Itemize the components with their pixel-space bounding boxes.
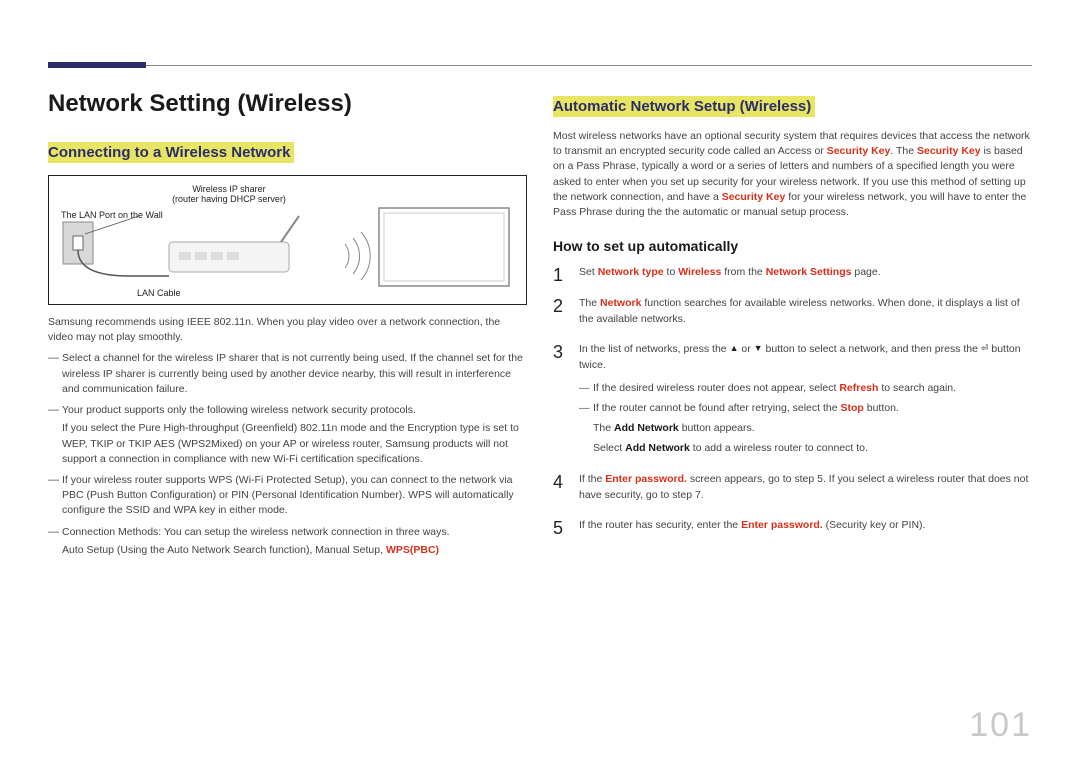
wireless-label: Wireless [678,266,721,278]
left-intro-text: Samsung recommends using IEEE 802.11n. W… [48,315,527,345]
add-network-label: Add Network [614,422,679,434]
bullet-text: Connection Methods: You can setup the wi… [62,526,450,538]
t: If the router cannot be found after retr… [593,402,840,414]
bullet-sub-pre: Auto Setup (Using the Auto Network Searc… [62,544,386,556]
wps-pbc-label: WPS(PBC) [386,544,439,556]
t: button appears. [679,422,755,434]
t: If the router has security, enter the [579,519,741,531]
step-5: If the router has security, enter the En… [553,517,1032,533]
network-diagram: Wireless IP sharer (router having DHCP s… [48,175,527,305]
right-column: Automatic Network Setup (Wireless) Most … [553,90,1032,564]
bullet-sub: If you select the Pure High-throughput (… [62,421,527,467]
left-bullet-1: Select a channel for the wireless IP sha… [48,351,527,397]
security-key-label: Security Key [722,191,786,203]
diagram-label-lan-cable: LAN Cable [137,288,181,298]
header-accent-bar [48,62,146,68]
step-3-plain-2: Select Add Network to add a wireless rou… [579,440,1032,456]
bullet-sub: Auto Setup (Using the Auto Network Searc… [62,543,527,558]
t: Select [593,442,625,454]
left-bullet-list: Select a channel for the wireless IP sha… [48,351,527,558]
enter-password-label: Enter password. [605,473,687,485]
down-arrow-icon: ▼ [754,342,763,356]
t: or [739,343,754,355]
t: . The [890,145,917,157]
t: If the [579,473,605,485]
t: (Security key or PIN). [823,519,926,531]
page-content: Network Setting (Wireless) Connecting to… [48,90,1032,564]
t: The [593,422,614,434]
t: button. [864,402,899,414]
t: Set [579,266,598,278]
network-type-label: Network type [598,266,664,278]
step-4: If the Enter password. screen appears, g… [553,471,1032,504]
header-rule [146,65,1032,66]
section-head-auto-setup: Automatic Network Setup (Wireless) [553,96,815,117]
diagram-label-line1: Wireless IP sharer [192,184,265,194]
t: from the [721,266,765,278]
t: page. [851,266,880,278]
network-settings-label: Network Settings [766,266,852,278]
t: button to select a network, and then pre… [763,343,981,355]
diagram-label-lan-port: The LAN Port on the Wall [61,210,201,220]
t: If the desired wireless router does not … [593,382,839,394]
steps-list: Set Network type to Wireless from the Ne… [553,264,1032,533]
t: to search again. [878,382,956,394]
bullet-text: If your wireless router supports WPS (Wi… [62,474,514,516]
security-key-label: Security Key [917,145,981,157]
network-label: Network [600,297,641,309]
up-arrow-icon: ▲ [730,342,739,356]
subhead-how-to: How to set up automatically [553,238,1032,254]
left-intro: Samsung recommends using IEEE 802.11n. W… [48,315,527,345]
step-3-sublist: If the desired wireless router does not … [579,380,1032,417]
step-1: Set Network type to Wireless from the Ne… [553,264,1032,280]
left-bullet-3: If your wireless router supports WPS (Wi… [48,473,527,519]
security-key-label: Security Key [827,145,891,157]
diagram-label-line2: (router having DHCP server) [172,194,286,204]
stop-label: Stop [840,402,863,414]
section-head-connecting: Connecting to a Wireless Network [48,142,294,163]
left-bullet-2: Your product supports only the following… [48,403,527,467]
step-2: The Network function searches for availa… [553,295,1032,328]
bullet-text: Your product supports only the following… [62,404,416,416]
enter-password-label: Enter password. [741,519,823,531]
refresh-label: Refresh [839,382,878,394]
diagram-label-ip-sharer: Wireless IP sharer (router having DHCP s… [169,184,289,205]
t: function searches for available wireless… [579,297,1020,325]
bullet-text: Select a channel for the wireless IP sha… [62,352,523,394]
left-bullet-4: Connection Methods: You can setup the wi… [48,525,527,558]
step-3-plain-1: The Add Network button appears. [579,420,1032,436]
add-network-label: Add Network [625,442,690,454]
page-title: Network Setting (Wireless) [48,90,527,118]
t: to add a wireless router to connect to. [690,442,868,454]
t: to [664,266,679,278]
step-3-sub-1: If the desired wireless router does not … [579,380,1032,396]
page-number: 101 [969,706,1032,745]
step-3: In the list of networks, press the ▲ or … [553,341,1032,457]
t: In the list of networks, press the [579,343,730,355]
step-3-sub-2: If the router cannot be found after retr… [579,400,1032,416]
right-intro-text: Most wireless networks have an optional … [553,129,1032,220]
right-intro-para: Most wireless networks have an optional … [553,129,1032,220]
left-column: Network Setting (Wireless) Connecting to… [48,90,527,564]
t: The [579,297,600,309]
